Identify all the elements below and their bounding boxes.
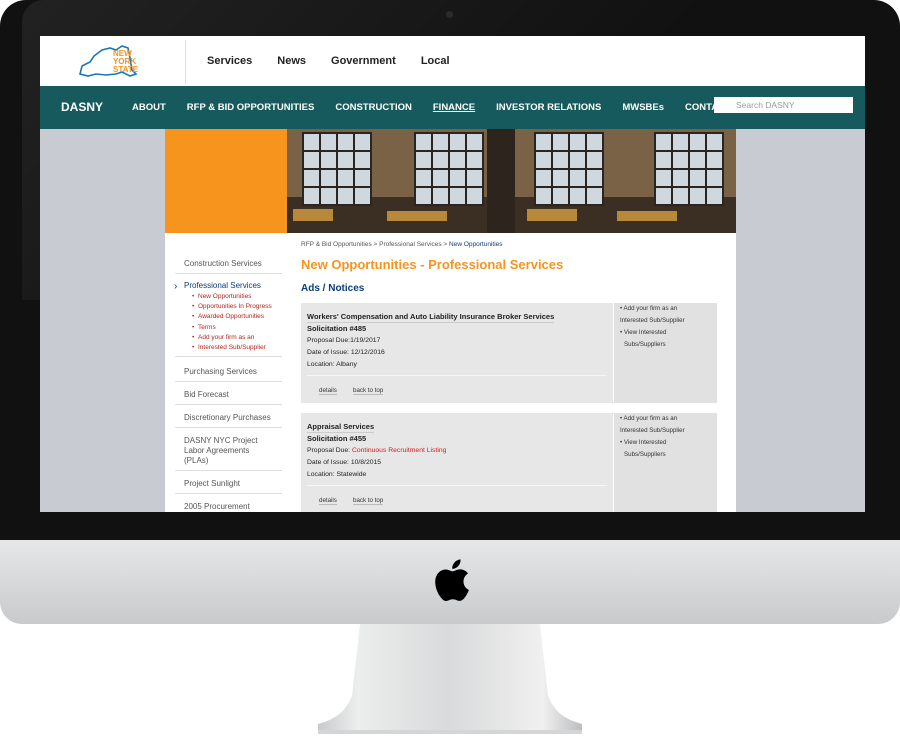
- screen: NEW YORK STATE Services News Government …: [40, 36, 865, 512]
- nav-construction[interactable]: CONSTRUCTION: [335, 102, 412, 113]
- add-firm-link-2[interactable]: Interested Sub/Supplier: [620, 315, 685, 327]
- sidebar: Construction Services › Professional Ser…: [165, 233, 287, 512]
- sidebar-sub-add-firm[interactable]: Add your firm as an: [192, 334, 254, 342]
- listing-issue-date: Date of Issue: 12/12/2016: [307, 349, 385, 356]
- view-interested-link-2[interactable]: Subs/Suppliers: [624, 449, 666, 461]
- nav-rfp-bid[interactable]: RFP & BID OPPORTUNITIES: [187, 102, 315, 113]
- sidebar-item-purchasing[interactable]: Purchasing Services: [184, 367, 287, 377]
- proposal-value: 1/19/2017: [350, 337, 381, 344]
- page-content: Construction Services › Professional Ser…: [165, 129, 736, 512]
- listing-location: Location: Albany: [307, 361, 357, 368]
- sidebar-item-discretionary[interactable]: Discretionary Purchases: [184, 413, 287, 423]
- breadcrumb-professional[interactable]: Professional Services: [379, 241, 442, 248]
- sidebar-divider: [175, 356, 282, 357]
- listing-card: Appraisal Services Solicitation #455 Pro…: [301, 413, 717, 512]
- section-heading: Ads / Notices: [301, 283, 365, 294]
- listing-location: Location: Statewide: [307, 471, 367, 478]
- logo-divider: [185, 40, 186, 84]
- view-interested-link-2[interactable]: Subs/Suppliers: [624, 339, 666, 351]
- camera: [446, 11, 453, 18]
- sidebar-sub-awarded[interactable]: Awarded Opportunities: [192, 313, 264, 321]
- dasny-brand[interactable]: DASNY: [61, 100, 103, 114]
- listing-issue-date: Date of Issue: 10/8/2015: [307, 459, 382, 466]
- listing-solicitation: Solicitation #485: [307, 324, 367, 333]
- proposal-label: Proposal Due:: [307, 337, 351, 344]
- view-interested-link[interactable]: • View Interested: [620, 437, 666, 449]
- main-menu: ABOUT RFP & BID OPPORTUNITIES CONSTRUCTI…: [132, 102, 752, 113]
- apple-logo-icon: [435, 559, 469, 602]
- breadcrumb-sep: >: [371, 241, 380, 248]
- proposal-value: Continuous Recruitment Listing: [351, 447, 447, 454]
- main-nav: DASNY ABOUT RFP & BID OPPORTUNITIES CONS…: [40, 86, 865, 129]
- proposal-label: Proposal Due:: [307, 447, 352, 454]
- listing-card: Workers' Compensation and Auto Liability…: [301, 303, 717, 403]
- sidebar-divider: [175, 427, 282, 428]
- listing-actions: • Add your firm as an Interested Sub/Sup…: [613, 413, 717, 512]
- sidebar-item-bid-forecast[interactable]: Bid Forecast: [184, 390, 287, 400]
- top-nav-local[interactable]: Local: [421, 55, 450, 67]
- add-firm-link-2[interactable]: Interested Sub/Supplier: [620, 425, 685, 437]
- top-bar: NEW YORK STATE Services News Government …: [40, 36, 865, 86]
- sidebar-divider: [175, 273, 282, 274]
- monitor-stand: [318, 624, 582, 734]
- listing-proposal-due: Proposal Due:1/19/2017: [307, 337, 380, 344]
- sidebar-item-construction[interactable]: Construction Services: [184, 259, 287, 269]
- breadcrumb: RFP & Bid Opportunities > Professional S…: [301, 241, 503, 248]
- details-link[interactable]: details: [319, 387, 337, 395]
- breadcrumb-rfp[interactable]: RFP & Bid Opportunities: [301, 241, 372, 248]
- top-nav: Services News Government Local: [207, 55, 475, 67]
- add-firm-link[interactable]: • Add your firm as an: [620, 303, 677, 315]
- sidebar-divider: [175, 404, 282, 405]
- listing-proposal-due: Proposal Due: Continuous Recruitment Lis…: [307, 447, 446, 454]
- back-to-top-link[interactable]: back to top: [353, 387, 384, 395]
- orange-block: [165, 129, 287, 233]
- nav-about[interactable]: ABOUT: [132, 102, 166, 113]
- hero-image: [287, 129, 736, 233]
- sidebar-divider: [175, 381, 282, 382]
- sidebar-item-professional[interactable]: Professional Services: [184, 281, 287, 291]
- logo-line-3: STATE: [113, 65, 139, 74]
- back-to-top-link[interactable]: back to top: [353, 497, 384, 505]
- listing-main: Appraisal Services Solicitation #455 Pro…: [301, 413, 613, 512]
- top-nav-services[interactable]: Services: [207, 55, 252, 67]
- breadcrumb-current: New Opportunities: [449, 241, 503, 248]
- sidebar-item-pla-1[interactable]: DASNY NYC Project: [184, 436, 287, 446]
- top-nav-news[interactable]: News: [277, 55, 306, 67]
- sidebar-item-pla-2[interactable]: Labor Agreements: [184, 446, 287, 456]
- sidebar-item-pla-3[interactable]: (PLAs): [184, 456, 287, 466]
- sidebar-divider: [175, 470, 282, 471]
- sidebar-sub-in-progress[interactable]: Opportunities In Progress: [192, 303, 272, 311]
- listing-title[interactable]: Workers' Compensation and Auto Liability…: [307, 312, 555, 323]
- sidebar-sub-add-firm-2[interactable]: Interested Sub/Supplier: [192, 344, 266, 352]
- nav-finance[interactable]: FINANCE: [433, 102, 475, 113]
- listing-actions: • Add your firm as an Interested Sub/Sup…: [613, 303, 717, 403]
- sidebar-item-procurement[interactable]: 2005 Procurement: [184, 502, 287, 512]
- listing-separator: [307, 485, 607, 486]
- view-interested-link[interactable]: • View Interested: [620, 327, 666, 339]
- details-link[interactable]: details: [319, 497, 337, 505]
- search-input[interactable]: Search DASNY: [714, 97, 853, 113]
- new-york-state-logo: NEW YORK STATE: [79, 45, 139, 77]
- breadcrumb-sep: >: [441, 241, 450, 248]
- listing-title[interactable]: Appraisal Services: [307, 422, 375, 433]
- page-title: New Opportunities - Professional Service…: [301, 257, 564, 272]
- sidebar-divider: [175, 493, 282, 494]
- listing-main: Workers' Compensation and Auto Liability…: [301, 303, 613, 403]
- chevron-right-icon: ›: [174, 281, 178, 292]
- listing-separator: [307, 375, 607, 376]
- sidebar-sub-terms[interactable]: Terms: [192, 324, 216, 332]
- nav-mwsbes[interactable]: MWSBEs: [622, 102, 664, 113]
- add-firm-link[interactable]: • Add your firm as an: [620, 413, 677, 425]
- sidebar-sub-new[interactable]: New Opportunities: [192, 293, 252, 301]
- top-nav-government[interactable]: Government: [331, 55, 396, 67]
- nav-investor-relations[interactable]: INVESTOR RELATIONS: [496, 102, 601, 113]
- listing-solicitation: Solicitation #455: [307, 434, 367, 443]
- sidebar-item-sunlight[interactable]: Project Sunlight: [184, 479, 287, 489]
